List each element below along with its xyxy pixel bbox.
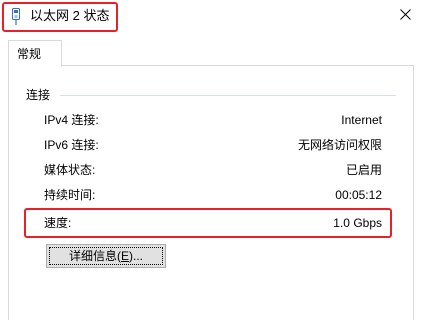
ipv4-value: Internet bbox=[341, 113, 382, 127]
title-bar: 以太网 2 状态 bbox=[0, 0, 422, 34]
row-media-state: 媒体状态: 已启用 bbox=[44, 162, 382, 178]
row-speed: 速度: 1.0 Gbps bbox=[44, 215, 382, 231]
speed-value: 1.0 Gbps bbox=[333, 216, 382, 230]
window-title: 以太网 2 状态 bbox=[30, 8, 110, 23]
tab-general[interactable]: 常规 bbox=[8, 40, 62, 67]
details-button-prefix: 详细信息( bbox=[68, 249, 121, 263]
close-icon bbox=[399, 9, 411, 23]
duration-value: 00:05:12 bbox=[335, 188, 382, 202]
duration-label: 持续时间: bbox=[44, 188, 96, 202]
row-ipv6: IPv6 连接: 无网络访问权限 bbox=[44, 137, 382, 153]
ipv4-label: IPv4 连接: bbox=[44, 113, 99, 127]
media-state-label: 媒体状态: bbox=[44, 163, 96, 177]
connection-group-label: 连接 bbox=[26, 88, 51, 102]
ipv6-label: IPv6 连接: bbox=[44, 138, 99, 152]
status-dialog: 以太网 2 状态 常规 连接 IPv4 连接: Internet IPv6 连接… bbox=[0, 0, 422, 320]
group-divider bbox=[60, 95, 396, 96]
media-state-value: 已启用 bbox=[345, 163, 382, 177]
row-ipv4: IPv4 连接: Internet bbox=[44, 112, 382, 128]
details-button-suffix: )... bbox=[129, 249, 143, 263]
details-button[interactable]: 详细信息(E)... bbox=[46, 244, 166, 268]
speed-label: 速度: bbox=[44, 216, 72, 230]
row-duration: 持续时间: 00:05:12 bbox=[44, 187, 382, 203]
close-button[interactable] bbox=[394, 6, 416, 26]
ipv6-value: 无网络访问权限 bbox=[297, 138, 382, 152]
network-adapter-icon bbox=[10, 8, 22, 26]
details-button-accelerator: E bbox=[120, 249, 129, 263]
